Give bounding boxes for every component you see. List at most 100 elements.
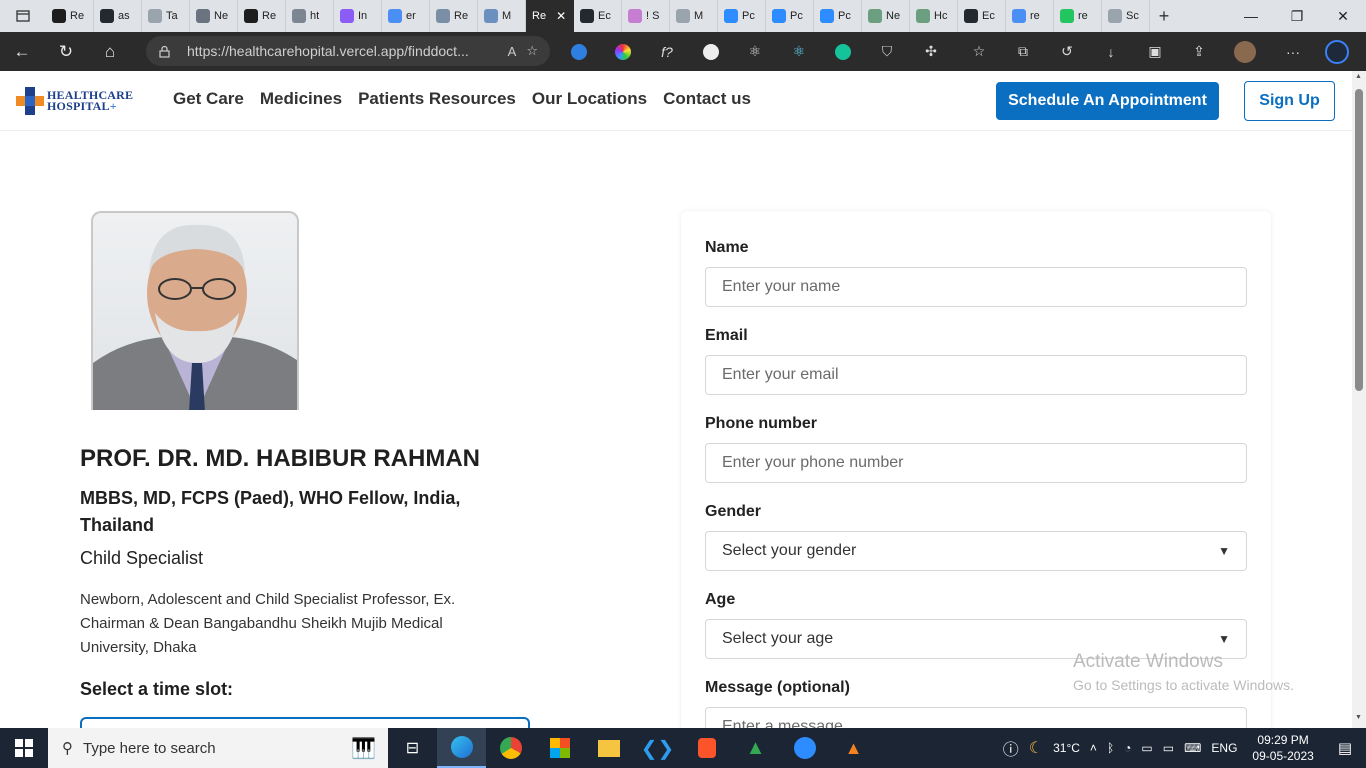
left-tab[interactable]: ht (286, 0, 334, 32)
keyboard-icon[interactable]: ⌨ (1179, 741, 1206, 755)
minimize-icon[interactable]: — (1228, 0, 1274, 32)
left-tab[interactable]: er (382, 0, 430, 32)
taskbar-clock[interactable]: 09:29 PM 09-05-2023 (1242, 732, 1323, 764)
tab-label: er (406, 10, 416, 22)
read-aloud-icon[interactable]: A (508, 44, 517, 59)
home-icon[interactable]: ⌂ (88, 32, 132, 71)
address-bar[interactable]: https://healthcarehopital.vercel.app/fin… (146, 36, 550, 66)
phone-label: Phone number (705, 415, 818, 432)
extension-react-icon[interactable]: ⚛ (740, 32, 770, 71)
scroll-up-icon[interactable]: ▲ (1355, 73, 1362, 80)
message-textarea[interactable]: Enter a message (705, 707, 1247, 728)
active-tab[interactable]: Re ✕ (526, 0, 574, 32)
doctor-specialty: Child Specialist (80, 548, 204, 568)
history-icon[interactable]: ↺ (1052, 32, 1082, 71)
nav-patients-resources[interactable]: Patients Resources (358, 89, 516, 109)
extension-color-icon[interactable] (608, 32, 638, 71)
tab-actions-icon[interactable] (0, 0, 46, 32)
nav-medicines[interactable]: Medicines (260, 89, 342, 109)
extension-react-devtools-icon[interactable]: ⚛ (784, 32, 814, 71)
extension-circle-icon[interactable] (696, 32, 726, 71)
right-tab[interactable]: M (670, 0, 718, 32)
brave-taskbar-icon[interactable] (682, 728, 731, 768)
bing-chat-icon[interactable] (1322, 32, 1352, 71)
right-tab[interactable]: re (1006, 0, 1054, 32)
tab-label: as (118, 10, 130, 22)
profile-avatar[interactable] (1230, 32, 1260, 71)
right-tab[interactable]: Pc (766, 0, 814, 32)
time-slot-select[interactable] (80, 717, 530, 728)
left-tab[interactable]: Ta (142, 0, 190, 32)
vlc-taskbar-icon[interactable]: ▲ (829, 728, 878, 768)
right-tab[interactable]: Pc (718, 0, 766, 32)
store-taskbar-icon[interactable] (535, 728, 584, 768)
right-tab[interactable]: Ec (574, 0, 622, 32)
tab-label: Ta (166, 10, 178, 22)
show-hidden-icons-icon[interactable]: ˄ (1085, 741, 1102, 755)
chrome-taskbar-icon[interactable] (486, 728, 535, 768)
nav-get-care[interactable]: Get Care (173, 89, 244, 109)
task-view-icon[interactable]: ⊟ (388, 728, 437, 768)
right-tab[interactable]: re (1054, 0, 1102, 32)
notifications-icon[interactable]: ▤ (1324, 739, 1366, 757)
settings-more-icon[interactable]: ··· (1278, 32, 1308, 71)
left-tab[interactable]: M (478, 0, 526, 32)
left-tab[interactable]: In (334, 0, 382, 32)
extensions-icon[interactable]: ✣ (916, 32, 946, 71)
vscode-taskbar-icon[interactable]: ❮❯ (633, 728, 682, 768)
left-tab[interactable]: Re (430, 0, 478, 32)
site-logo[interactable]: HEALTHCARE HOSPITAL+ (15, 86, 133, 116)
taskbar-search[interactable]: ⚲ Type here to search 🎹 (48, 728, 388, 768)
refresh-icon[interactable]: ↻ (44, 32, 88, 71)
nav-contact-us[interactable]: Contact us (663, 89, 751, 109)
name-input[interactable]: Enter your name (705, 267, 1247, 307)
extension-drop-icon[interactable] (564, 32, 594, 71)
page-scrollbar[interactable]: ▲ ▼ (1352, 71, 1366, 728)
phone-input[interactable]: Enter your phone number (705, 443, 1247, 483)
sign-up-button[interactable]: Sign Up (1244, 81, 1335, 121)
schedule-appointment-button[interactable]: Schedule An Appointment (996, 82, 1219, 120)
back-icon[interactable]: ← (0, 32, 44, 71)
edge-taskbar-icon[interactable] (437, 728, 486, 768)
zoom-taskbar-icon[interactable] (780, 728, 829, 768)
meet-now-icon[interactable]: ▭ (1136, 741, 1157, 755)
right-tab[interactable]: ! S (622, 0, 670, 32)
weather-temperature[interactable]: 31°C (1048, 741, 1085, 755)
math-solver-icon[interactable]: ▣ (1140, 32, 1170, 71)
doctor-photo (91, 211, 299, 410)
downloads-icon[interactable]: ↓ (1096, 32, 1126, 71)
collections-icon[interactable]: ⧉ (1008, 32, 1038, 71)
email-input[interactable]: Enter your email (705, 355, 1247, 395)
nav-our-locations[interactable]: Our Locations (532, 89, 647, 109)
battery-icon[interactable]: ▭ (1158, 741, 1179, 755)
left-tab[interactable]: Re (46, 0, 94, 32)
extension-shield-icon[interactable]: ⛉ (872, 32, 902, 71)
help-icon[interactable]: ⓘ (998, 736, 1024, 760)
gender-select[interactable]: Select your gender ▼ (705, 531, 1247, 571)
left-tab[interactable]: Ne (190, 0, 238, 32)
language-indicator[interactable]: ENG (1206, 741, 1242, 755)
share-icon[interactable]: ⇪ (1184, 32, 1214, 71)
bluetooth-icon[interactable]: ᛒ (1102, 741, 1119, 755)
extension-grammarly-icon[interactable] (828, 32, 858, 71)
close-window-icon[interactable]: ✕ (1320, 0, 1366, 32)
right-tab[interactable]: Pc (814, 0, 862, 32)
file-explorer-taskbar-icon[interactable] (584, 728, 633, 768)
favorites-icon[interactable]: ☆ (964, 32, 994, 71)
right-tab[interactable]: Ne (862, 0, 910, 32)
wifi-icon[interactable]: ◔ (1119, 741, 1136, 755)
left-tab[interactable]: as (94, 0, 142, 32)
close-tab-icon[interactable]: ✕ (556, 9, 566, 23)
scroll-down-icon[interactable]: ▼ (1355, 714, 1362, 721)
right-tab[interactable]: Sc (1102, 0, 1150, 32)
scrollbar-thumb[interactable] (1355, 89, 1363, 391)
google-drive-taskbar-icon[interactable]: ▲ (731, 728, 780, 768)
extension-formula-icon[interactable]: f? (652, 32, 682, 71)
new-tab-button[interactable]: + (1150, 6, 1178, 27)
restore-icon[interactable]: ❐ (1274, 0, 1320, 32)
windows-start-icon[interactable] (0, 728, 48, 768)
left-tab[interactable]: Re (238, 0, 286, 32)
right-tab[interactable]: Ec (958, 0, 1006, 32)
favorite-add-icon[interactable]: ☆ (526, 43, 538, 59)
right-tab[interactable]: Hc (910, 0, 958, 32)
